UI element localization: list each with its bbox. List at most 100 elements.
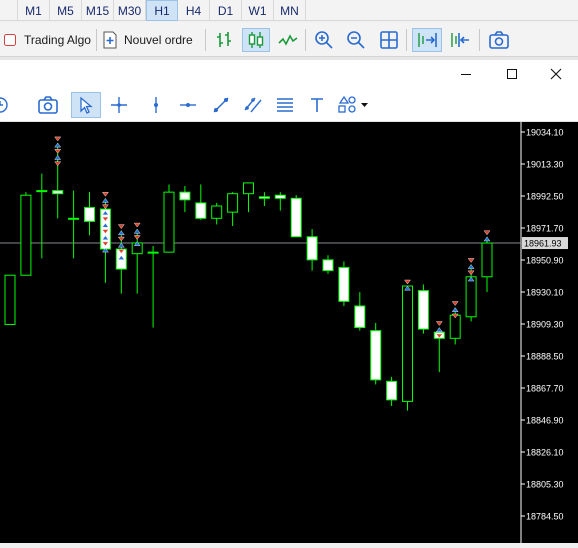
timeframe-h1[interactable]: H1: [146, 0, 178, 21]
previous-tools-button[interactable]: [0, 92, 12, 118]
buy-arrow-marker: [117, 230, 125, 236]
trendline-tool-button[interactable]: [208, 92, 234, 118]
candle-body: [386, 380, 398, 401]
new-order-button[interactable]: Nouvel ordre: [102, 28, 200, 52]
candle-body: [211, 205, 223, 219]
cursor-tool-button[interactable]: [71, 92, 101, 118]
buy-arrow-marker: [102, 198, 109, 203]
candle-body: [4, 274, 16, 325]
sell-arrow-marker: [54, 149, 62, 154]
screenshot-button[interactable]: [486, 28, 512, 52]
sell-arrow-marker: [435, 321, 443, 326]
trading-algo-button[interactable]: Trading Algo: [2, 28, 96, 52]
vertical-line-tool-button[interactable]: [143, 92, 169, 118]
fibonacci-tool-button[interactable]: [272, 92, 298, 118]
candle-body: [290, 197, 302, 238]
candle-body: [195, 202, 207, 219]
buy-arrow-marker: [117, 242, 125, 248]
timeframe-m1[interactable]: M1: [18, 0, 50, 21]
candlestick-chart-button[interactable]: [242, 28, 270, 52]
maximize-icon: [507, 69, 517, 79]
candle-body: [306, 236, 318, 261]
sell-arrow-marker: [54, 161, 62, 167]
candle-body: [370, 330, 382, 381]
sell-arrow-marker: [133, 222, 141, 228]
zoom-in-button[interactable]: [311, 28, 337, 52]
timeframe-d1[interactable]: D1: [210, 0, 242, 21]
candle-body: [417, 290, 429, 330]
candle-body: [163, 191, 175, 253]
buy-arrow-marker: [483, 236, 491, 242]
timeframe-w1[interactable]: W1: [242, 0, 274, 21]
candle-body: [274, 194, 286, 199]
chart-shift-button[interactable]: [446, 28, 474, 52]
buy-arrow-marker: [54, 142, 62, 148]
maximize-button[interactable]: [490, 60, 534, 88]
trading-algo-label: Trading Algo: [24, 33, 91, 47]
sell-arrow-marker: [117, 224, 125, 229]
equidistant-channel-tool-button[interactable]: [240, 92, 266, 118]
chart-window-titlebar[interactable]: [0, 60, 578, 88]
candle-body: [481, 242, 493, 278]
price-axis-label: 18867.70: [526, 384, 564, 394]
crosshair-tool-button[interactable]: [106, 92, 132, 118]
price-axis-label: 18888.50: [526, 352, 564, 362]
buy-arrow-marker: [451, 307, 459, 312]
line-chart-icon: [278, 34, 298, 46]
chart-screenshot-button[interactable]: [35, 92, 61, 118]
candle-body: [354, 305, 366, 329]
price-axis-label: 18971.70: [526, 224, 564, 234]
candle-body: [84, 207, 95, 222]
price-chart[interactable]: 19034.10 19013.30 18992.50 18971.70 18950.90…: [0, 122, 578, 543]
candle-body: [147, 251, 159, 254]
price-axis-label: 19013.30: [526, 160, 564, 170]
timeframe-m30[interactable]: M30: [114, 0, 146, 21]
minimize-icon: [461, 74, 471, 75]
candle-body: [36, 190, 48, 193]
chart-drawing-toolbar: [0, 88, 578, 122]
trading-algo-stop-icon: [4, 34, 16, 46]
price-axis-label: 18846.90: [526, 416, 564, 426]
timeframe-bar: M1 M5 M15 M30 H1 H4 D1 W1 MN: [0, 0, 578, 21]
toolbar-separator: [479, 29, 480, 51]
channel-icon: [244, 97, 262, 113]
chart-window: 19034.10 19013.30 18992.50 18971.70 18950.90…: [0, 60, 578, 543]
close-button[interactable]: [534, 60, 578, 88]
text-icon: [311, 98, 323, 112]
shapes-dropdown-button[interactable]: [336, 92, 372, 118]
zoom-in-icon: [315, 31, 333, 49]
auto-scroll-icon: [418, 33, 437, 47]
auto-scroll-button[interactable]: [412, 28, 442, 52]
sell-arrow-marker: [467, 258, 475, 263]
price-axis-label: 18930.10: [526, 288, 564, 298]
clock-icon: [0, 97, 8, 113]
horizontal-line-icon: [180, 103, 196, 107]
buy-arrow-marker: [54, 155, 62, 160]
timeframe-m15[interactable]: M15: [82, 0, 114, 21]
candle-body: [179, 191, 191, 201]
zoom-out-button[interactable]: [343, 28, 369, 52]
line-chart-button[interactable]: [275, 28, 301, 52]
buy-arrow-marker: [133, 228, 141, 234]
sell-arrow-marker: [467, 270, 475, 276]
candle-body: [465, 276, 477, 318]
current-price-label: 18961.93: [524, 239, 562, 249]
price-axis-label: 19034.10: [526, 128, 564, 138]
candle-body: [20, 194, 32, 276]
shapes-icon: [338, 95, 368, 113]
minimize-button[interactable]: [444, 60, 488, 88]
bar-chart-icon: [217, 32, 231, 47]
text-tool-button[interactable]: [304, 92, 330, 118]
timeframe-m5[interactable]: M5: [50, 0, 82, 21]
vertical-line-icon: [154, 97, 158, 113]
candle-body: [243, 182, 254, 195]
bar-chart-button[interactable]: [211, 28, 237, 52]
candlestick-icon: [248, 32, 264, 48]
timeframe-h4[interactable]: H4: [178, 0, 210, 21]
candle-body: [338, 267, 350, 302]
timeframe-mn[interactable]: MN: [274, 0, 306, 21]
tile-windows-button[interactable]: [376, 28, 402, 52]
horizontal-line-tool-button[interactable]: [175, 92, 201, 118]
main-toolbar: Trading Algo Nouvel ordre: [0, 22, 578, 57]
close-icon: [550, 68, 562, 80]
